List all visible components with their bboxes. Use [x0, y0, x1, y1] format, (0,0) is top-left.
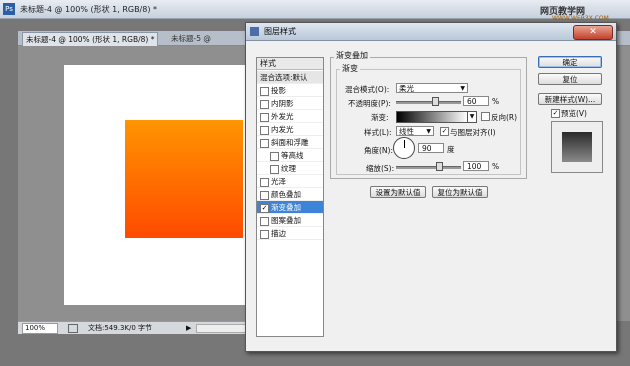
style-item-5[interactable]: 等高线: [257, 149, 323, 162]
style-checkbox[interactable]: [260, 230, 269, 239]
new-style-button[interactable]: 新建样式(W)...: [538, 93, 602, 105]
watermark-url: WWW.WEB3X.COM: [552, 15, 609, 22]
blend-mode-value: 柔光: [399, 84, 414, 93]
style-item-label: 颜色叠加: [271, 190, 301, 199]
align-with-layer-checkbox[interactable]: ✓: [440, 127, 449, 136]
reset-default-button[interactable]: 复位为默认值: [432, 186, 488, 198]
style-checkbox[interactable]: [270, 165, 279, 174]
style-item-label: 光泽: [271, 177, 286, 186]
opacity-unit: %: [492, 97, 500, 106]
angle-needle: [404, 140, 405, 148]
reset-button[interactable]: 复位: [538, 73, 602, 85]
angle-dial[interactable]: [393, 137, 415, 159]
style-item-label: 斜面和浮雕: [271, 138, 309, 147]
tab-document-4[interactable]: 未标题-4 @ 100% (形状 1, RGB/8) *: [22, 32, 159, 46]
zoom-field[interactable]: 100%: [22, 323, 58, 334]
style-item-7[interactable]: 光泽: [257, 175, 323, 188]
dialog-icon: [250, 27, 259, 36]
style-item-label: 内发光: [271, 125, 294, 134]
gradient-style-value: 线性: [399, 127, 414, 136]
style-item-6[interactable]: 纹理: [257, 162, 323, 175]
style-checkbox[interactable]: [260, 126, 269, 135]
dialog-title-bar[interactable]: 图层样式 ✕: [246, 23, 616, 41]
style-preview-swatch: [562, 132, 592, 162]
style-checkbox[interactable]: [260, 87, 269, 96]
subsection-title: 渐变: [340, 63, 360, 74]
style-item-label: 纹理: [281, 164, 296, 173]
reverse-checkbox[interactable]: [481, 112, 490, 121]
tab-document-5[interactable]: 未标题-5 @: [168, 32, 214, 45]
style-item-label: 图案叠加: [271, 216, 301, 225]
style-label: 样式(L):: [364, 128, 392, 137]
style-item-4[interactable]: 斜面和浮雕: [257, 136, 323, 149]
status-info-icon[interactable]: [68, 324, 78, 333]
gradient-style-select[interactable]: 线性 ▼: [396, 126, 434, 136]
style-checkbox[interactable]: [260, 100, 269, 109]
styles-list: 样式 混合选项:默认 投影 内阴影 外发光 内发光 斜面和浮雕 等高线 纹理 光泽 颜色叠加 ✓ 渐…: [256, 57, 324, 337]
styles-header[interactable]: 样式: [257, 58, 323, 70]
photoshop-icon: Ps: [3, 3, 15, 15]
style-checkbox[interactable]: [260, 113, 269, 122]
window-title: 未标题-4 @ 100% (形状 1, RGB/8) *: [20, 5, 158, 14]
scale-input[interactable]: 100: [463, 161, 489, 171]
reverse-label: 反向(R): [491, 113, 518, 122]
style-item-label: 描边: [271, 229, 286, 238]
angle-label: 角度(N):: [364, 146, 393, 155]
style-item-label: 内阴影: [271, 99, 294, 108]
scale-slider-thumb[interactable]: [436, 162, 444, 171]
gradient-dropdown-icon[interactable]: ▼: [467, 111, 477, 123]
style-item-0[interactable]: 投影: [257, 84, 323, 97]
close-icon[interactable]: ✕: [573, 25, 613, 40]
style-checkbox[interactable]: [260, 178, 269, 187]
style-checkbox[interactable]: ✓: [260, 204, 269, 213]
chevron-down-icon: ▼: [426, 128, 431, 135]
blend-mode-label: 混合模式(O):: [345, 85, 390, 94]
style-preview: [551, 121, 603, 173]
preview-label: 预览(V): [561, 109, 587, 118]
opacity-slider-thumb[interactable]: [432, 97, 439, 106]
style-item-label: 等高线: [281, 151, 304, 160]
style-checkbox[interactable]: [260, 139, 269, 148]
align-with-layer-label: 与图层对齐(I): [450, 128, 496, 137]
title-bar: Ps 未标题-4 @ 100% (形状 1, RGB/8) * 网页教学网 WW…: [0, 0, 630, 22]
preview-checkbox[interactable]: ✓: [551, 109, 560, 118]
style-item-9[interactable]: ✓ 渐变叠加: [257, 201, 323, 214]
style-item-label: 渐变叠加: [271, 203, 301, 212]
style-item-label: 投影: [271, 86, 286, 95]
style-item-label: 外发光: [271, 112, 294, 121]
chevron-down-icon: ▼: [460, 85, 465, 92]
style-item-8[interactable]: 颜色叠加: [257, 188, 323, 201]
document-size: 文档:549.3K/0 字节: [88, 324, 153, 332]
blend-options-item[interactable]: 混合选项:默认: [257, 71, 323, 84]
gradient-label: 渐变:: [371, 113, 389, 122]
section-title: 渐变叠加: [334, 50, 370, 61]
blend-mode-select[interactable]: 柔光 ▼: [396, 83, 468, 93]
style-item-2[interactable]: 外发光: [257, 110, 323, 123]
ok-button[interactable]: 确定: [538, 56, 602, 68]
style-item-1[interactable]: 内阴影: [257, 97, 323, 110]
style-checkbox[interactable]: [270, 152, 279, 161]
style-item-11[interactable]: 描边: [257, 227, 323, 240]
style-item-10[interactable]: 图案叠加: [257, 214, 323, 227]
scale-label: 缩放(S):: [366, 164, 395, 173]
style-item-3[interactable]: 内发光: [257, 123, 323, 136]
gradient-shape-layer[interactable]: [125, 120, 243, 238]
scale-slider[interactable]: [396, 166, 461, 169]
set-default-button[interactable]: 设置为默认值: [370, 186, 426, 198]
opacity-label: 不透明度(P):: [348, 99, 391, 108]
layer-style-dialog: 图层样式 ✕ 样式 混合选项:默认 投影内阴影外发光内发光斜面和浮雕等高线纹理光…: [245, 22, 617, 352]
scale-unit: %: [492, 162, 500, 171]
opacity-input[interactable]: 60: [463, 96, 489, 106]
style-checkbox[interactable]: [260, 191, 269, 200]
style-checkbox[interactable]: [260, 217, 269, 226]
angle-input[interactable]: 90: [418, 143, 444, 153]
status-menu-arrow-icon[interactable]: ▶: [186, 322, 191, 334]
angle-unit: 度: [447, 145, 455, 154]
dialog-title: 图层样式: [264, 27, 296, 36]
status-bar: 100% 文档:549.3K/0 字节 ▶: [18, 321, 258, 334]
gradient-picker[interactable]: [396, 111, 468, 123]
opacity-slider[interactable]: [396, 101, 461, 104]
